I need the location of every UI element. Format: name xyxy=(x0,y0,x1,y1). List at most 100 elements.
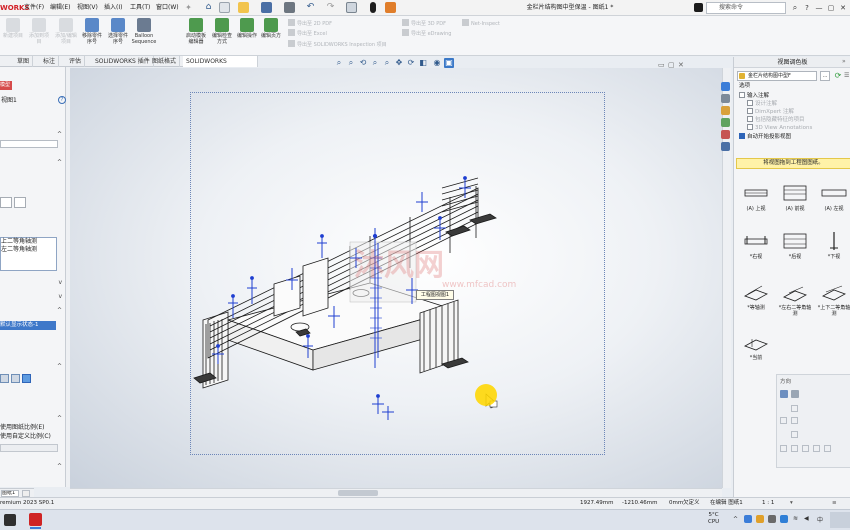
solidworks-taskbar-icon[interactable] xyxy=(29,513,42,526)
checkbox[interactable] xyxy=(747,100,753,106)
file-explorer-icon[interactable] xyxy=(721,106,730,115)
resources-icon[interactable] xyxy=(721,82,730,91)
direction-cell[interactable] xyxy=(791,431,798,438)
hidden-lines-icon[interactable] xyxy=(11,374,20,383)
palette-view-top-bottom-dimetric[interactable]: *上下二等角轴测 xyxy=(816,279,850,319)
tray-chevron-icon[interactable]: ^ xyxy=(733,516,738,523)
section-view-icon[interactable]: ◧ xyxy=(418,58,428,68)
refresh-icon[interactable]: ⟳ xyxy=(833,71,843,81)
menu-insert[interactable]: 插入(I) xyxy=(104,2,122,14)
close-pane-icon[interactable]: ✕ xyxy=(678,61,684,69)
view-thumbnail-icon[interactable] xyxy=(0,197,12,208)
tab-addins[interactable]: SOLIDWORKS 插件 xyxy=(92,56,154,67)
ime-language[interactable]: 中 xyxy=(817,515,823,524)
direction-cell[interactable] xyxy=(802,445,809,452)
tab-evaluate[interactable]: 评估 xyxy=(66,56,86,67)
tray-app-icon[interactable] xyxy=(756,515,764,523)
option-3d-view-annotations[interactable]: 3D View Annotations xyxy=(747,124,812,132)
undo-icon[interactable]: ↶ xyxy=(305,2,316,13)
direction-cell[interactable] xyxy=(824,445,831,452)
close-button[interactable]: ✕ xyxy=(838,2,848,14)
net-inspect[interactable]: Net-Inspect xyxy=(462,19,500,28)
redo-icon[interactable]: ↷ xyxy=(325,2,336,13)
direction-cell[interactable] xyxy=(813,445,820,452)
menu-file[interactable]: 文件(F) xyxy=(24,2,44,14)
export-2d-pdf[interactable]: 导出至 2D PDF xyxy=(288,19,332,28)
menu-tools[interactable]: 工具(T) xyxy=(130,2,150,14)
hide-show-icon[interactable]: ◉ xyxy=(432,58,442,68)
palette-view-top[interactable]: (A) 上视 xyxy=(738,180,774,220)
collapse-caret-icon[interactable]: ^ xyxy=(57,159,62,166)
wireframe-icon[interactable] xyxy=(0,374,9,383)
rotate-icon[interactable]: ⟳ xyxy=(406,58,416,68)
direction-cell[interactable] xyxy=(780,445,787,452)
template-editor-button[interactable]: 启动模板编辑器 xyxy=(184,18,208,52)
zoom-to-fit-icon[interactable]: ⌕ xyxy=(334,58,344,68)
use-sheet-scale-option[interactable]: 使用图纸比例(E) xyxy=(0,424,44,432)
volume-icon[interactable]: ◀ xyxy=(804,515,809,522)
direction-tool-icon[interactable] xyxy=(791,390,799,398)
use-custom-scale-option[interactable]: 使用自定义比例(C) xyxy=(0,433,51,441)
palette-view-bottom[interactable]: *下视 xyxy=(816,228,850,268)
collapse-caret-icon[interactable]: ^ xyxy=(57,463,62,470)
pan-icon[interactable]: ✥ xyxy=(394,58,404,68)
edit-inspection-method-button[interactable]: 编辑检查方式 xyxy=(210,18,234,52)
option-hidden-features[interactable]: 包括隐藏特征的项目 xyxy=(747,116,805,124)
status-caret-icon[interactable]: ▾ xyxy=(790,498,793,509)
remove-balloon-button[interactable]: 移除零件序号 xyxy=(80,18,104,52)
custom-scale-dropdown[interactable] xyxy=(0,444,58,452)
display-state-item[interactable]: 默认显示状态-1 xyxy=(0,321,56,330)
pin-icon[interactable]: ✦ xyxy=(183,2,194,13)
option-auto-projected-view[interactable]: 自动开始投影视图 xyxy=(739,133,791,141)
checkbox[interactable] xyxy=(747,116,753,122)
select-balloon-button[interactable]: 选择零件序号 xyxy=(106,18,130,52)
shaded-icon[interactable] xyxy=(22,374,31,383)
zoom-in-out-icon[interactable]: ⌕ xyxy=(370,58,380,68)
palette-view-isometric[interactable]: *等轴测 xyxy=(738,279,774,319)
collapse-caret-icon[interactable]: ^ xyxy=(57,307,62,314)
option-design-annotations[interactable]: 设计注解 xyxy=(747,100,777,108)
export-inspection-project[interactable]: 导出至 SOLIDWORKS Inspection 项目 xyxy=(288,40,387,49)
help-icon[interactable]: ? xyxy=(802,2,812,14)
rebuild-icon[interactable] xyxy=(370,2,376,13)
menu-view[interactable]: 视图(V) xyxy=(77,2,98,14)
search-icon[interactable]: ⌕ xyxy=(790,2,800,14)
add-sheet-icon[interactable] xyxy=(22,490,30,497)
tray-app-icon[interactable] xyxy=(780,515,788,523)
palette-view-left-right-dimetric[interactable]: *左右二等角轴测 xyxy=(777,279,813,319)
appearances-icon[interactable] xyxy=(721,130,730,139)
minimize-button[interactable]: — xyxy=(814,2,824,14)
direction-cell[interactable] xyxy=(791,405,798,412)
tray-app-icon[interactable] xyxy=(768,515,776,523)
custom-properties-icon[interactable] xyxy=(721,142,730,151)
palette-view-left[interactable]: (A) 左视 xyxy=(816,180,850,220)
panel-menu-icon[interactable]: ☰ xyxy=(844,71,850,81)
add-to-project-button[interactable]: 添加到项目 xyxy=(27,18,51,52)
design-library-icon[interactable] xyxy=(721,94,730,103)
taskbar-app-icon[interactable] xyxy=(4,514,16,526)
panel-pin-icon[interactable]: » xyxy=(842,58,846,65)
collapse-caret-icon[interactable]: ^ xyxy=(57,415,62,422)
option-dimxpert-annotations[interactable]: DimXpert 注解 xyxy=(747,108,794,116)
option-import-annotations[interactable]: 输入注解 xyxy=(739,92,769,100)
direction-cell[interactable] xyxy=(791,445,798,452)
new-doc-icon[interactable] xyxy=(219,2,230,13)
edit-operation-button[interactable]: 编辑操作 xyxy=(235,18,259,52)
tab-annotation[interactable]: 标注 xyxy=(40,56,60,67)
save-icon[interactable] xyxy=(261,2,272,13)
max-pane-icon[interactable]: ▢ xyxy=(668,61,675,69)
palette-view-back[interactable]: *后视 xyxy=(777,228,813,268)
export-excel[interactable]: 导出至 Excel xyxy=(288,29,327,38)
direction-cell[interactable] xyxy=(791,417,798,424)
orientation-list[interactable]: 上二等角轴测 左二等角轴测 xyxy=(0,237,57,271)
checkbox[interactable] xyxy=(739,92,745,98)
status-scale[interactable]: 1 : 1 xyxy=(762,498,774,509)
document-select[interactable]: 金栏片结构图中型F xyxy=(737,71,817,81)
view-dropdown[interactable] xyxy=(0,140,58,148)
edit-project-button[interactable]: 添加/编辑项目 xyxy=(54,18,78,52)
edit-vendor-button[interactable]: 编辑页方 xyxy=(259,18,283,52)
checkbox[interactable] xyxy=(747,108,753,114)
tray-app-icon[interactable] xyxy=(744,515,752,523)
tab-sketch[interactable]: 草图 xyxy=(14,56,34,67)
network-icon[interactable]: ≋ xyxy=(793,515,798,522)
